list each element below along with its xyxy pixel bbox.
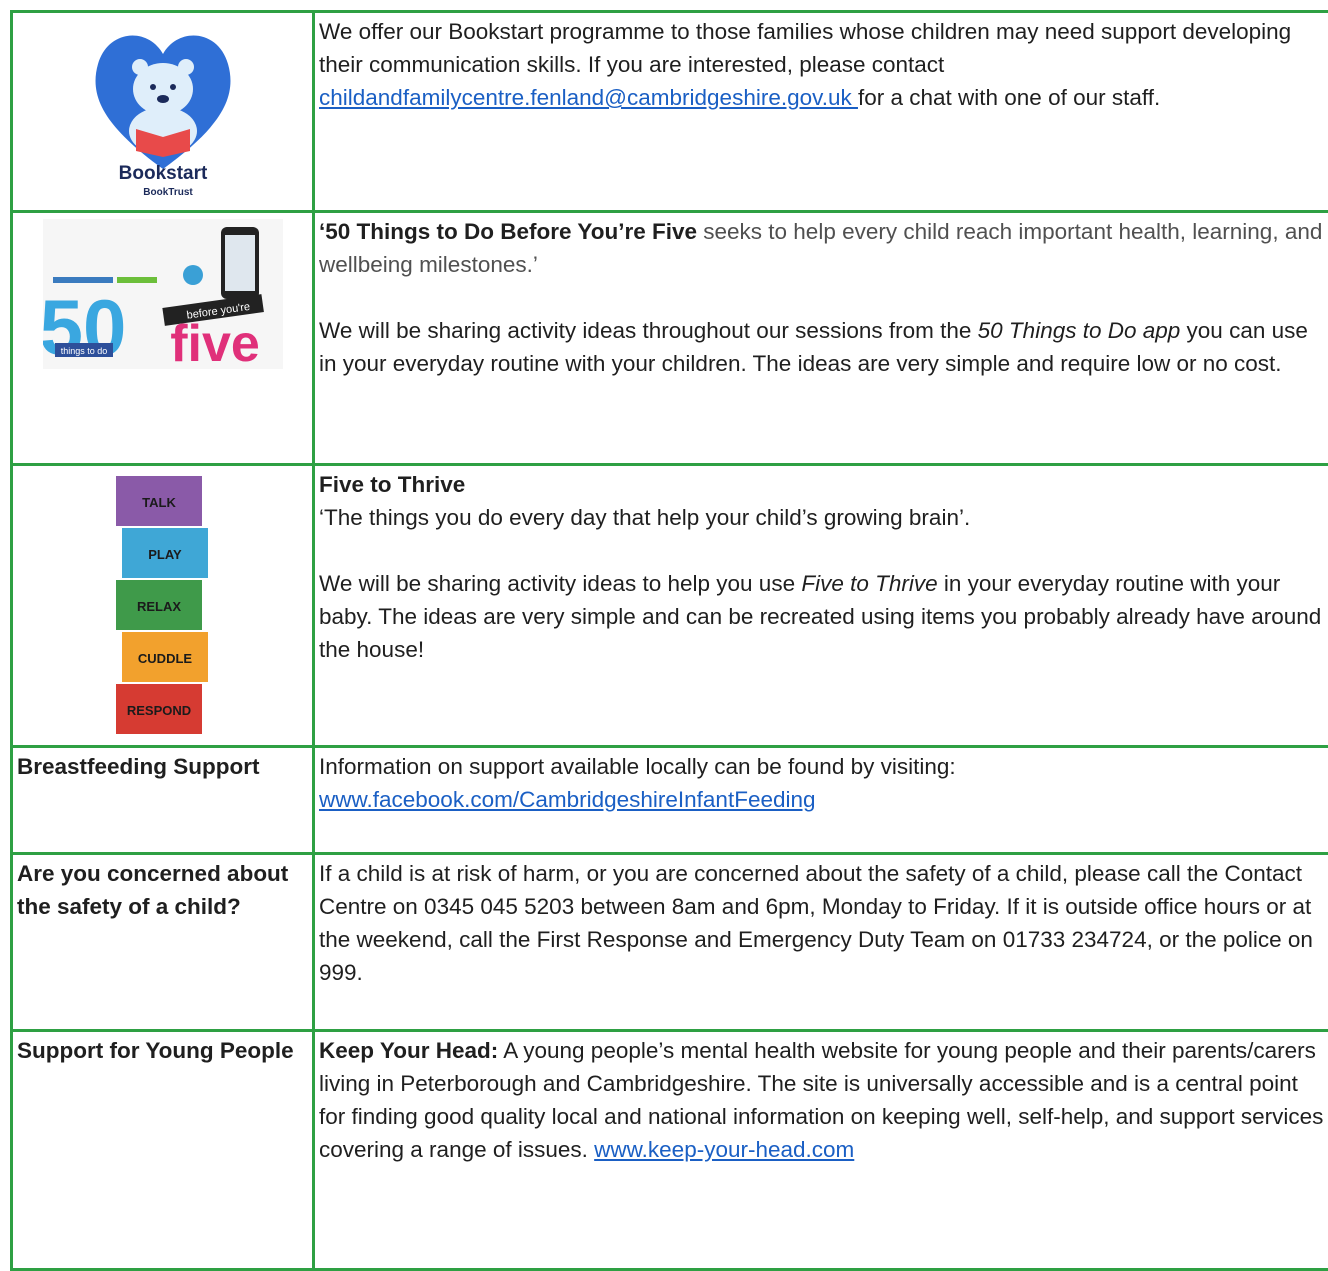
five-to-thrive-quote: ‘The things you do every day that help y… bbox=[319, 501, 1327, 534]
five-to-thrive-heading: Five to Thrive bbox=[319, 468, 1327, 501]
row-label: Are you concerned about the safety of a … bbox=[12, 854, 314, 1031]
block-label-cuddle: CUDDLE bbox=[137, 651, 191, 666]
five-word: five bbox=[170, 315, 260, 369]
block-label-respond: RESPOND bbox=[126, 703, 190, 718]
paragraph-text: We will be sharing activity ideas throug… bbox=[319, 318, 978, 343]
keep-your-head-link[interactable]: www.keep-your-head.com bbox=[594, 1137, 854, 1162]
bookstart-title: Bookstart bbox=[118, 163, 207, 184]
text-cell: ‘50 Things to Do Before You’re Five seek… bbox=[314, 212, 1328, 465]
text-cell: We offer our Bookstart programme to thos… bbox=[314, 12, 1328, 212]
row-label: Support for Young People bbox=[12, 1031, 314, 1270]
image-cell: TALK PLAY RELAX CUDDLE RESPOND bbox=[12, 465, 314, 747]
email-link[interactable]: childandfamilycentre.fenland@cambridgesh… bbox=[319, 85, 858, 110]
info-table: Bookstart BookTrust We offer our Booksta… bbox=[10, 10, 1328, 1271]
breastfeeding-text: Information on support available locally… bbox=[319, 750, 1327, 783]
facebook-link[interactable]: www.facebook.com/CambridgeshireInfantFee… bbox=[319, 787, 816, 812]
block-label-talk: TALK bbox=[142, 495, 176, 510]
italic-text: 50 Things to Do app bbox=[978, 318, 1181, 343]
child-safety-text: If a child is at risk of harm, or you ar… bbox=[319, 857, 1327, 989]
text-cell: Information on support available locally… bbox=[314, 747, 1328, 854]
row-label: Breastfeeding Support bbox=[12, 747, 314, 854]
italic-text: Five to Thrive bbox=[801, 571, 937, 596]
fifty-things-logo: 50 things to do before you're five bbox=[43, 219, 283, 378]
table-row-fifty-things: 50 things to do before you're five ‘50 T… bbox=[12, 212, 1328, 465]
fifty-things-lead: ‘50 Things to Do Before You’re Five seek… bbox=[319, 215, 1327, 281]
paragraph-text: for a chat with one of our staff. bbox=[858, 85, 1160, 110]
table-row-bookstart: Bookstart BookTrust We offer our Booksta… bbox=[12, 12, 1328, 212]
text-cell: If a child is at risk of harm, or you ar… bbox=[314, 854, 1328, 1031]
fifty-things-paragraph: We will be sharing activity ideas throug… bbox=[319, 314, 1327, 380]
table-row-five-to-thrive: TALK PLAY RELAX CUDDLE RESPOND Five to Thriv… bbox=[12, 465, 1328, 747]
things-to-do-text: things to do bbox=[60, 346, 107, 356]
young-people-paragraph: Keep Your Head: A young people’s mental … bbox=[319, 1034, 1327, 1166]
five-to-thrive-paragraph: We will be sharing activity ideas to hel… bbox=[319, 567, 1327, 666]
bold-lead: Keep Your Head: bbox=[319, 1038, 498, 1063]
bookstart-paragraph: We offer our Bookstart programme to thos… bbox=[319, 15, 1327, 114]
table-row-child-safety: Are you concerned about the safety of a … bbox=[12, 854, 1328, 1031]
table-row-young-people: Support for Young People Keep Your Head:… bbox=[12, 1031, 1328, 1270]
paragraph-text: We offer our Bookstart programme to thos… bbox=[319, 19, 1291, 77]
block-label-play: PLAY bbox=[148, 547, 182, 562]
block-label-relax: RELAX bbox=[136, 599, 180, 614]
text-cell: Keep Your Head: A young people’s mental … bbox=[314, 1031, 1328, 1270]
bookstart-logo: Bookstart BookTrust bbox=[88, 19, 238, 208]
five-to-thrive-blocks: TALK PLAY RELAX CUDDLE RESPOND bbox=[108, 472, 218, 743]
text-cell: Five to Thrive ‘The things you do every … bbox=[314, 465, 1328, 747]
image-cell: Bookstart BookTrust bbox=[12, 12, 314, 212]
bold-lead: ‘50 Things to Do Before You’re Five bbox=[319, 219, 697, 244]
image-cell: 50 things to do before you're five bbox=[12, 212, 314, 465]
paragraph-text: We will be sharing activity ideas to hel… bbox=[319, 571, 801, 596]
table-row-breastfeeding: Breastfeeding Support Information on sup… bbox=[12, 747, 1328, 854]
booktrust-subtitle: BookTrust bbox=[143, 187, 193, 198]
